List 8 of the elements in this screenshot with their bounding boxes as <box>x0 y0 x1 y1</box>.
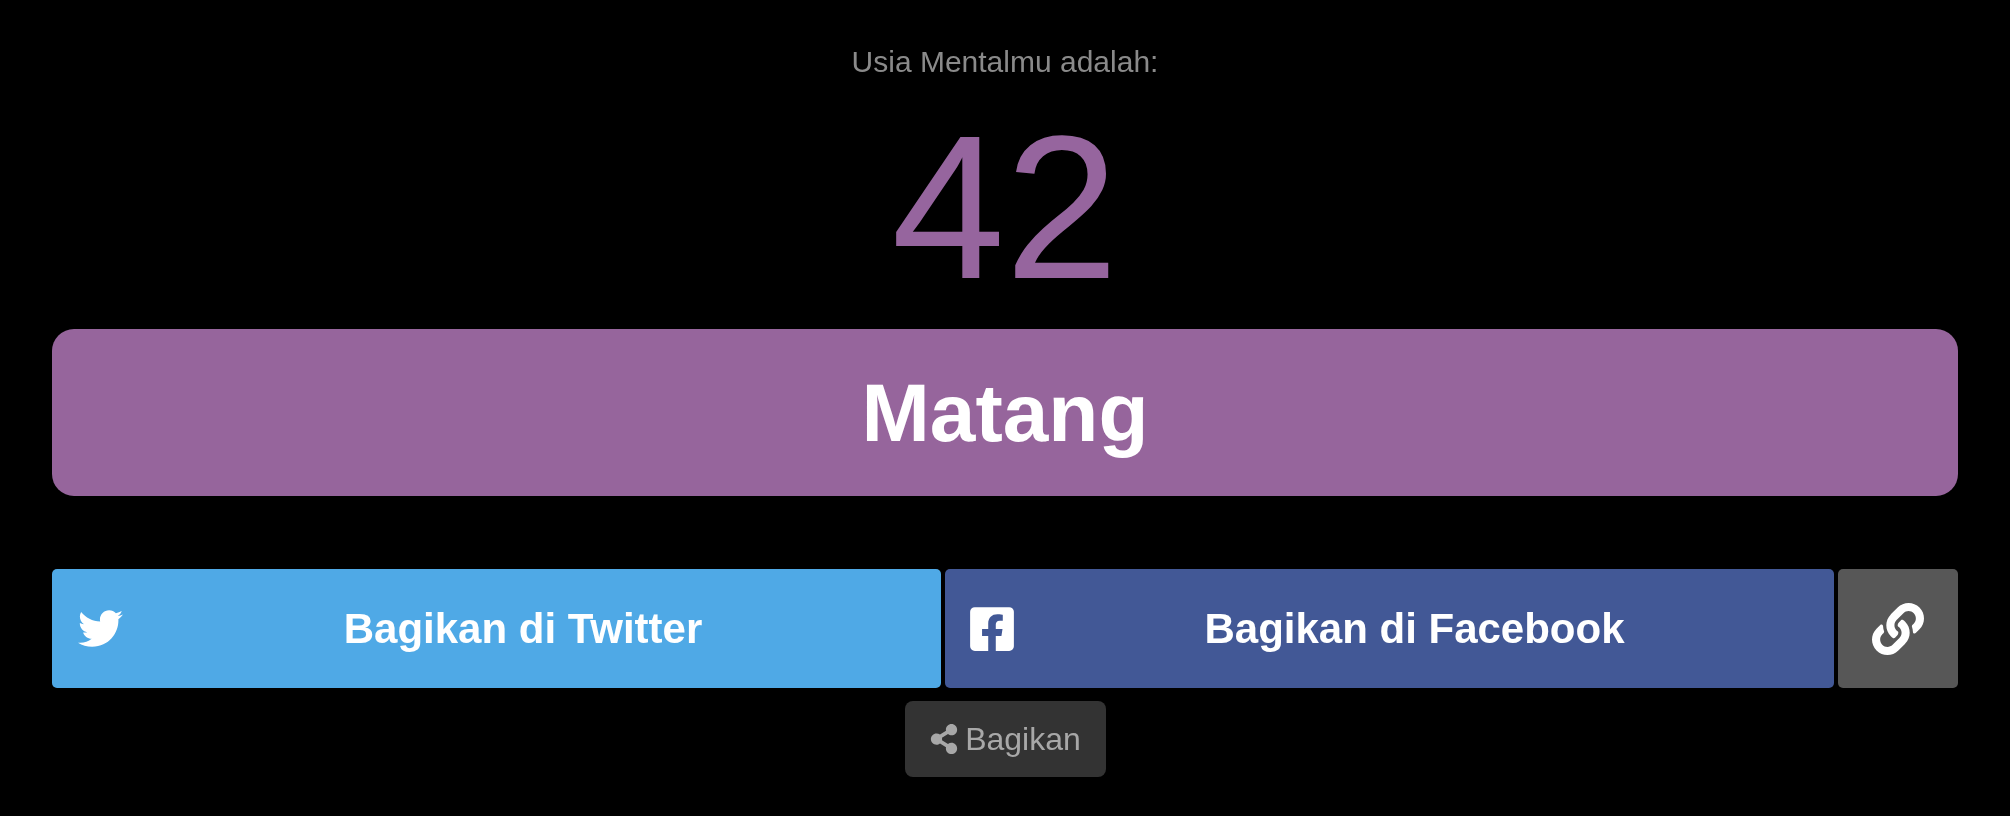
result-label: Usia Mentalmu adalah: <box>851 44 1159 80</box>
share-icon <box>929 724 960 754</box>
share-button[interactable]: Bagikan di Facebook <box>945 569 1834 688</box>
copy-link-button[interactable] <box>1838 569 1958 688</box>
category-banner: Matang <box>52 329 1958 496</box>
age-number: 42 <box>891 105 1119 309</box>
share-toggle-button[interactable]: Bagikan <box>904 701 1106 777</box>
chain-link-icon <box>1872 602 1924 655</box>
